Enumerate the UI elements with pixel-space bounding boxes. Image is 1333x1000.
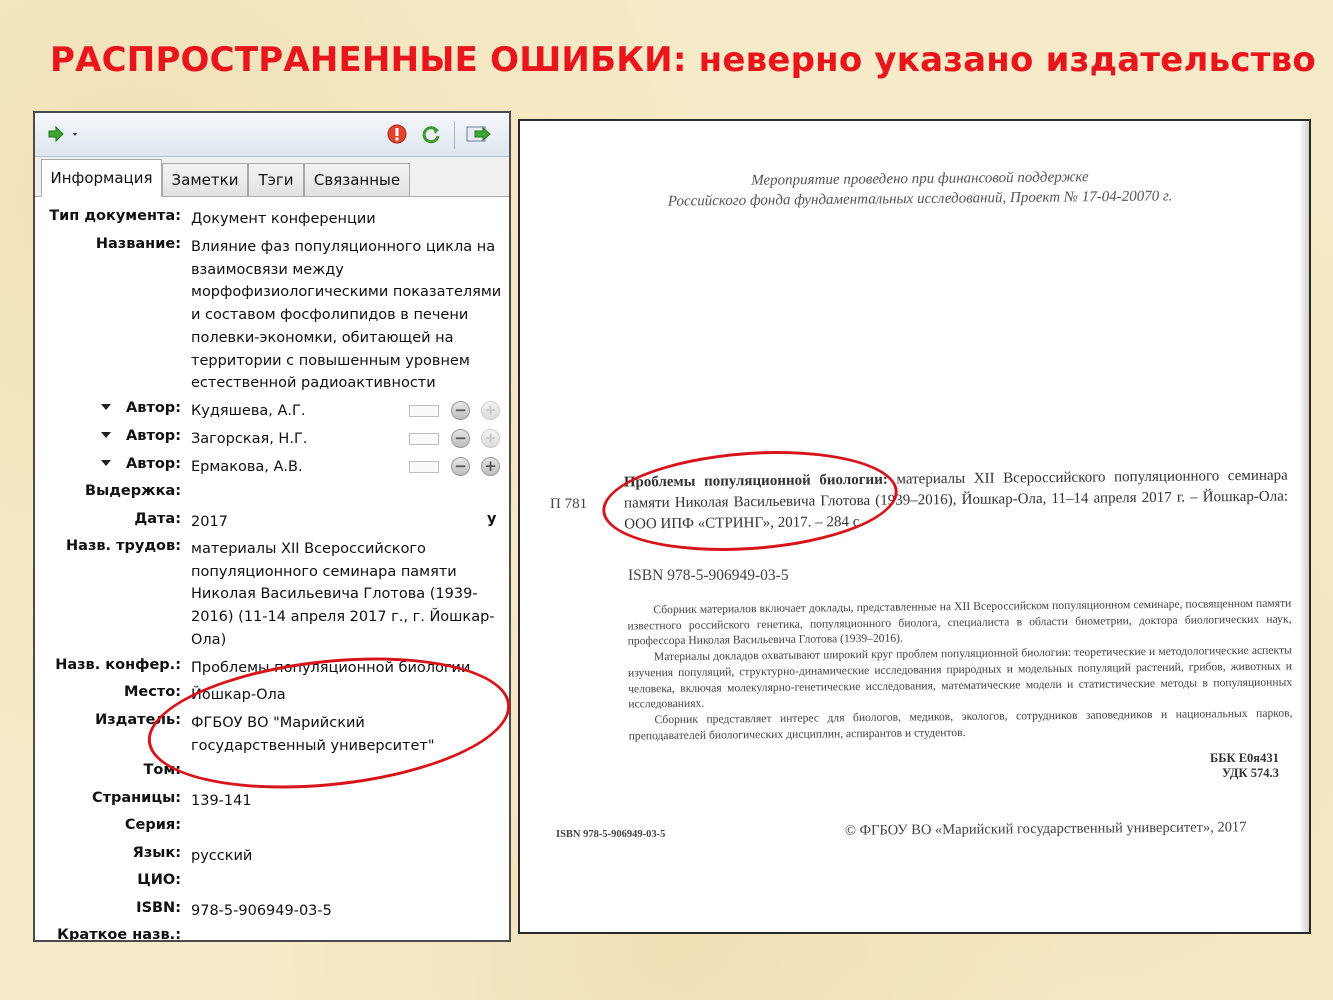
error-button[interactable] xyxy=(386,123,408,145)
field-label: Автор: xyxy=(126,428,181,444)
tab-related[interactable]: Связанные xyxy=(304,163,410,197)
tab-info[interactable]: Информация xyxy=(41,159,162,197)
field-label: Язык: xyxy=(132,845,181,861)
remove-author-button[interactable]: − xyxy=(451,401,470,420)
isbn-line: ISBN 978-5-906949-03-5 xyxy=(628,567,789,584)
remove-author-button[interactable]: − xyxy=(451,429,470,448)
tab-tags[interactable]: Тэги xyxy=(248,163,304,197)
field-label: Место: xyxy=(123,684,181,700)
field-value[interactable]: ФГБОУ ВО "Марийский государственный унив… xyxy=(191,712,503,757)
sync-button[interactable] xyxy=(420,123,442,145)
field-label: Серия: xyxy=(124,817,181,833)
export-icon xyxy=(466,126,491,142)
panel-toolbar xyxy=(35,113,509,157)
tab-bar: Информация Заметки Тэги Связанные xyxy=(35,157,509,197)
classification-codes: ББК Е0я431 УДК 574.3 xyxy=(1210,751,1279,780)
biblio-title: Проблемы популяционной биологии: xyxy=(623,471,888,491)
field-label: Краткое назв.: xyxy=(57,927,181,942)
field-value[interactable]: Йошкар-Ола xyxy=(191,684,503,707)
copyright-line: © ФГБОУ ВО «Марийский государственный ун… xyxy=(844,819,1247,839)
book-imprint-page: Мероприятие проведено при финансовой под… xyxy=(518,119,1311,934)
slide-title: РАСПРОСТРАНЕННЫЕ ОШИБКИ: неверно указано… xyxy=(50,40,1316,80)
field-label: Автор: xyxy=(126,400,181,416)
field-value[interactable]: 2017 xyxy=(191,511,503,534)
field-value[interactable]: Документ конференции xyxy=(191,208,503,231)
field-label: Назв. конфер.: xyxy=(55,657,181,673)
field-label: Том: xyxy=(143,762,181,778)
remove-author-button[interactable]: − xyxy=(451,457,470,476)
creator-type-toggle-icon[interactable] xyxy=(101,432,111,438)
field-value[interactable]: 139-141 xyxy=(191,790,503,813)
creator-type-toggle-icon[interactable] xyxy=(101,460,111,466)
field-label: ISBN: xyxy=(136,900,181,916)
field-label: Выдержка: xyxy=(85,483,181,499)
add-author-button[interactable]: + xyxy=(481,429,500,448)
toolbar-divider xyxy=(454,121,455,149)
creator-type-toggle-icon[interactable] xyxy=(101,404,111,410)
field-label: Издатель: xyxy=(95,712,181,728)
catalog-code: П 781 xyxy=(550,496,588,512)
export-button[interactable] xyxy=(465,123,493,145)
add-author-button[interactable]: + xyxy=(481,457,500,476)
zotero-item-panel: Информация Заметки Тэги Связанные Тип до… xyxy=(33,111,511,942)
field-label: Страницы: xyxy=(91,790,181,806)
field-label: Автор: xyxy=(126,456,181,472)
green-arrow-icon xyxy=(48,125,77,143)
field-value[interactable]: 978-5-906949-03-5 xyxy=(191,900,503,923)
field-label: Тип документа: xyxy=(49,208,181,224)
funding-note: Мероприятие проведено при финансовой под… xyxy=(667,169,1173,210)
field-value[interactable]: русский xyxy=(191,845,503,868)
sync-icon xyxy=(422,126,440,144)
field-label: Назв. трудов: xyxy=(66,538,181,554)
isbn-footer: ISBN 978-5-906949-03-5 xyxy=(556,829,666,840)
field-value[interactable]: материалы XII Всероссийского популяционн… xyxy=(191,538,503,652)
field-label: ЦИО: xyxy=(137,872,181,888)
dropdown-caret-icon xyxy=(73,133,77,136)
name-swap-toggle[interactable] xyxy=(409,433,439,445)
tab-notes[interactable]: Заметки xyxy=(162,163,248,197)
date-format-indicator: y xyxy=(487,511,497,527)
field-label: Название: xyxy=(95,236,181,252)
locate-button[interactable] xyxy=(47,123,81,145)
name-swap-toggle[interactable] xyxy=(409,405,439,417)
field-value[interactable]: Проблемы популяционной биологии xyxy=(191,657,503,680)
name-swap-toggle[interactable] xyxy=(409,461,439,473)
field-value[interactable]: Влияние фаз популяционного цикла на взаи… xyxy=(191,236,503,395)
error-icon xyxy=(387,124,407,144)
field-label: Дата: xyxy=(134,511,181,527)
add-author-button[interactable]: + xyxy=(481,401,500,420)
abstract-text: Сборник материалов включает доклады, пре… xyxy=(627,596,1293,743)
bibliographic-description: Проблемы популяционной биологии: материа… xyxy=(624,466,1289,536)
page-edge-shadow xyxy=(1299,121,1309,932)
